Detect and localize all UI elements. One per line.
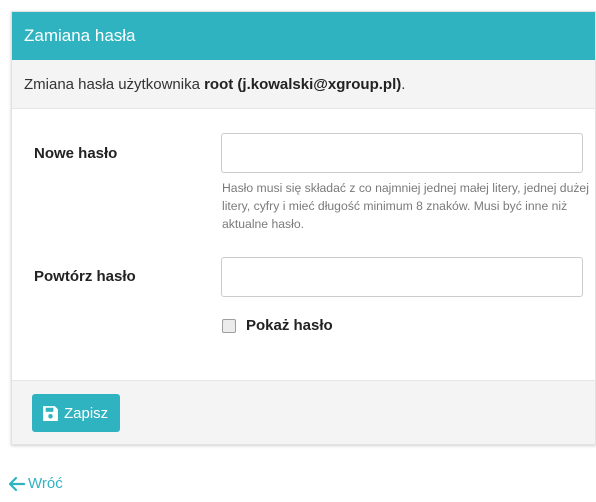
back-link[interactable]: Wróć: [9, 475, 63, 492]
intro-prefix: Zmiana hasła użytkownika: [24, 75, 205, 93]
new-password-input[interactable]: [221, 133, 583, 173]
card-footer: Zapisz: [12, 380, 595, 444]
arrow-left-icon: [9, 476, 25, 491]
back-link-label: Wróć: [28, 475, 63, 492]
card-header: Zamiana hasła: [12, 12, 595, 60]
intro-text: Zmiana hasła użytkownika root (j.kowalsk…: [12, 60, 595, 109]
password-form: Nowe hasło Hasło musi się składać z co n…: [12, 109, 595, 380]
show-password-toggle[interactable]: Pokaż hasło: [222, 317, 333, 334]
show-password-checkbox[interactable]: [222, 318, 236, 333]
card-title: Zamiana hasła: [24, 26, 136, 45]
page: Zamiana hasła Zmiana hasła użytkownika r…: [0, 0, 596, 502]
repeat-password-label: Powtórz hasło: [34, 268, 136, 285]
intro-user: root (j.kowalski@xgroup.pl): [204, 75, 402, 93]
new-password-hint: Hasło musi się składać z co najmniej jed…: [222, 181, 589, 231]
new-password-label: Nowe hasło: [34, 145, 118, 162]
password-change-card: Zamiana hasła Zmiana hasła użytkownika r…: [11, 11, 596, 445]
save-button[interactable]: Zapisz: [32, 394, 121, 432]
save-button-label: Zapisz: [64, 404, 109, 422]
intro-suffix: .: [401, 75, 406, 93]
floppy-disk-icon: [43, 405, 58, 421]
repeat-password-input[interactable]: [221, 257, 583, 297]
show-password-label: Pokaż hasło: [246, 317, 333, 334]
